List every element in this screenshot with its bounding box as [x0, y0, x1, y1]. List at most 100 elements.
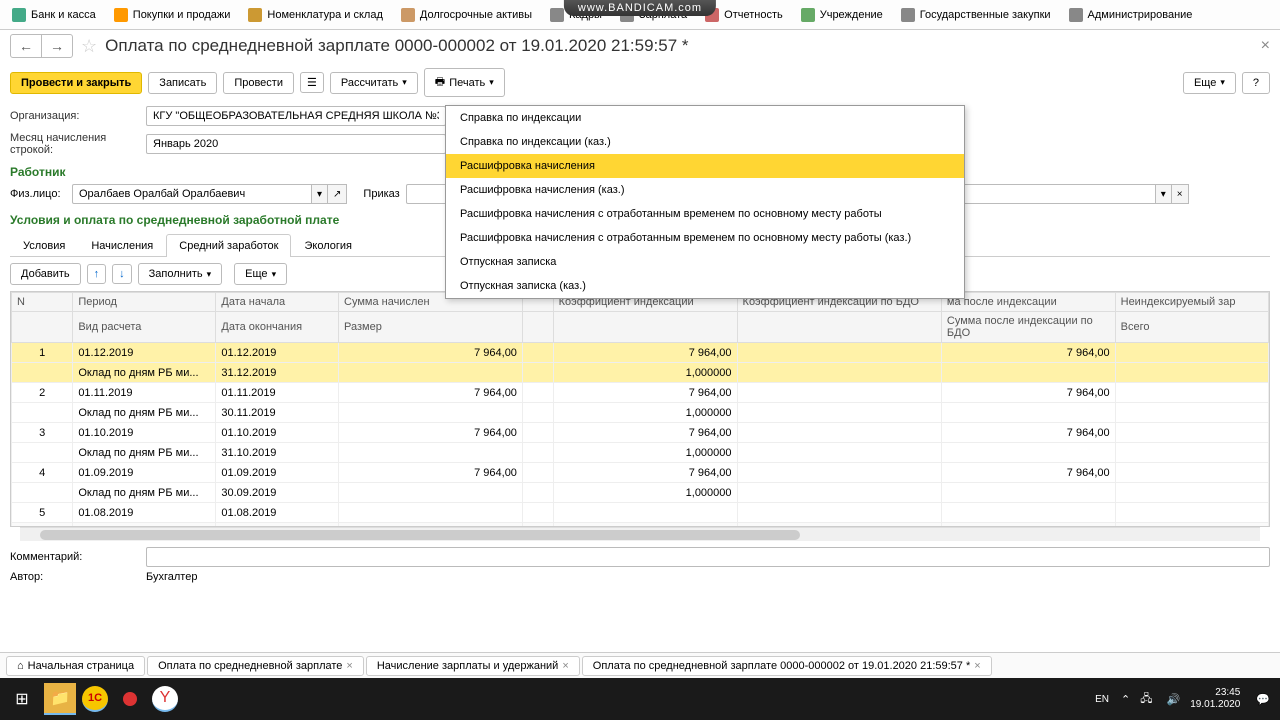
print-menu-item[interactable]: Справка по индексации (каз.) — [446, 130, 964, 154]
table-row[interactable]: Оклад по дням РБ ми...31.12.20191,000000 — [12, 363, 1269, 383]
col-subheader[interactable]: Размер — [339, 312, 523, 343]
org-label: Организация: — [10, 110, 138, 122]
horizontal-scrollbar[interactable] — [20, 527, 1260, 541]
order-label: Приказ — [363, 188, 399, 200]
col-subheader[interactable]: Сумма после индексации по БДО — [941, 312, 1115, 343]
add-row-button[interactable]: Добавить — [10, 263, 81, 285]
comment-label: Комментарий: — [10, 551, 138, 563]
fiz-input[interactable] — [72, 184, 312, 204]
notifications-icon[interactable]: 💬 — [1252, 693, 1274, 706]
col-header[interactable]: Неиндексируемый зар — [1115, 293, 1268, 312]
col-header[interactable]: ма после индексации — [941, 293, 1115, 312]
print-menu-item[interactable]: Расшифровка начисления (каз.) — [446, 178, 964, 202]
write-button[interactable]: Записать — [148, 72, 217, 94]
order-select-button[interactable]: ▾ — [1156, 184, 1172, 204]
fill-button[interactable]: Заполнить — [138, 263, 223, 285]
show-list-button[interactable]: ☰ — [300, 72, 324, 93]
tab-Средний заработок[interactable]: Средний заработок — [166, 234, 291, 257]
nav-forward-button[interactable]: → — [42, 35, 72, 57]
menu-Банк и касса[interactable]: Банк и касса — [4, 4, 104, 26]
network-icon[interactable]: 🖧 — [1136, 690, 1156, 709]
table-row[interactable]: Оклад по дням РБ ми...31.10.20191,000000 — [12, 443, 1269, 463]
fiz-select-button[interactable]: ▾ — [312, 184, 328, 204]
close-tab-icon[interactable]: × — [562, 660, 568, 672]
fiz-open-button[interactable]: ↗ — [328, 184, 347, 204]
close-button[interactable]: × — [1261, 37, 1270, 55]
clock-date: 19.01.2020 — [1190, 699, 1240, 711]
table-row[interactable]: 301.10.201901.10.20197 964,007 964,007 9… — [12, 423, 1269, 443]
print-dropdown: Справка по индексацииСправка по индексац… — [445, 105, 965, 299]
page-title: Оплата по среднедневной зарплате 0000-00… — [105, 36, 688, 56]
table-row[interactable]: 201.11.201901.11.20197 964,007 964,007 9… — [12, 383, 1269, 403]
menu-Долгосрочные активы[interactable]: Долгосрочные активы — [393, 4, 540, 26]
calculate-button[interactable]: Рассчитать — [330, 72, 418, 94]
print-menu-item[interactable]: Расшифровка начисления с отработанным вр… — [446, 202, 964, 226]
window-tab[interactable]: Оплата по среднедневной зарплате 0000-00… — [582, 656, 992, 676]
window-tab[interactable]: Начисление зарплаты и удержаний× — [366, 656, 580, 676]
tab-Условия[interactable]: Условия — [10, 234, 78, 257]
menu-Государственные закупки[interactable]: Государственные закупки — [893, 4, 1059, 26]
record-icon[interactable] — [114, 683, 146, 715]
menu-Администрирование[interactable]: Администрирование — [1061, 4, 1201, 26]
more-button[interactable]: Еще — [1183, 72, 1236, 94]
post-button[interactable]: Провести — [223, 72, 294, 94]
window-tab[interactable]: ⌂Начальная страница — [6, 656, 145, 676]
col-subheader[interactable]: Дата окончания — [216, 312, 339, 343]
tab-Экология[interactable]: Экология — [291, 234, 365, 257]
col-subheader[interactable] — [737, 312, 941, 343]
post-and-close-button[interactable]: Провести и закрыть — [10, 72, 142, 94]
print-label: Печать — [449, 77, 485, 89]
org-input[interactable] — [146, 106, 446, 126]
move-up-button[interactable]: ↑ — [87, 264, 107, 284]
volume-icon[interactable]: 🔊 — [1163, 693, 1185, 706]
close-tab-icon[interactable]: × — [346, 660, 352, 672]
col-header[interactable]: Дата начала — [216, 293, 339, 312]
favorite-star-icon[interactable]: ☆ — [81, 36, 97, 57]
table-row[interactable]: Оклад по дням РБ ми...30.09.20191,000000 — [12, 483, 1269, 503]
print-menu-item[interactable]: Расшифровка начисления с отработанным вр… — [446, 226, 964, 250]
browser-icon[interactable]: Y — [152, 686, 178, 712]
window-tab[interactable]: Оплата по среднедневной зарплате× — [147, 656, 364, 676]
taskbar: ⊞ 📁 1C Y EN ⌃ 🖧 🔊 23:45 19.01.2020 💬 — [0, 678, 1280, 720]
month-input[interactable] — [146, 134, 446, 154]
nav-back-button[interactable]: ← — [11, 35, 42, 57]
salary-table[interactable]: NПериодДата началаСумма начисленКоэффици… — [10, 291, 1270, 527]
table-row[interactable]: 501.08.201901.08.2019 — [12, 503, 1269, 523]
print-menu-item[interactable]: Отпускная записка — [446, 250, 964, 274]
toolbar: Провести и закрыть Записать Провести ☰ Р… — [0, 62, 1280, 103]
table-row[interactable]: 101.12.201901.12.20197 964,007 964,007 9… — [12, 343, 1269, 363]
comment-input[interactable] — [146, 547, 1270, 567]
print-button[interactable]: 🖶 Печать — [424, 68, 505, 97]
tab-more-button[interactable]: Еще — [234, 263, 287, 285]
col-subheader[interactable] — [522, 312, 553, 343]
clock[interactable]: 23:45 19.01.2020 — [1190, 687, 1246, 711]
col-subheader[interactable] — [12, 312, 73, 343]
clock-time: 23:45 — [1190, 687, 1240, 699]
menu-Учреждение[interactable]: Учреждение — [793, 4, 891, 26]
print-menu-item[interactable]: Отпускная записка (каз.) — [446, 274, 964, 298]
col-header[interactable]: N — [12, 293, 73, 312]
print-menu-item[interactable]: Расшифровка начисления — [446, 154, 964, 178]
printer-icon: 🖶 — [435, 73, 445, 92]
lang-indicator[interactable]: EN — [1095, 694, 1115, 705]
print-menu-item[interactable]: Справка по индексации — [446, 106, 964, 130]
col-subheader[interactable]: Всего — [1115, 312, 1268, 343]
tray-up-icon[interactable]: ⌃ — [1121, 693, 1130, 706]
menu-Покупки и продажи[interactable]: Покупки и продажи — [106, 4, 239, 26]
watermark: www.BANDICAM.com — [564, 0, 716, 16]
move-down-button[interactable]: ↓ — [112, 264, 132, 284]
app-1c-icon[interactable]: 1C — [82, 686, 108, 712]
col-header[interactable]: Период — [73, 293, 216, 312]
tab-Начисления[interactable]: Начисления — [78, 234, 166, 257]
table-row[interactable]: 401.09.201901.09.20197 964,007 964,007 9… — [12, 463, 1269, 483]
help-button[interactable]: ? — [1242, 72, 1270, 94]
order-clear-button[interactable]: × — [1172, 184, 1189, 204]
menu-Номенклатура и склад[interactable]: Номенклатура и склад — [240, 4, 390, 26]
table-row[interactable]: Оклад по дням РБ ми...30.11.20191,000000 — [12, 403, 1269, 423]
col-subheader[interactable] — [553, 312, 737, 343]
author-label: Автор: — [10, 571, 138, 583]
col-subheader[interactable]: Вид расчета — [73, 312, 216, 343]
start-button[interactable]: ⊞ — [6, 683, 38, 715]
close-tab-icon[interactable]: × — [974, 660, 980, 672]
explorer-icon[interactable]: 📁 — [44, 683, 76, 715]
